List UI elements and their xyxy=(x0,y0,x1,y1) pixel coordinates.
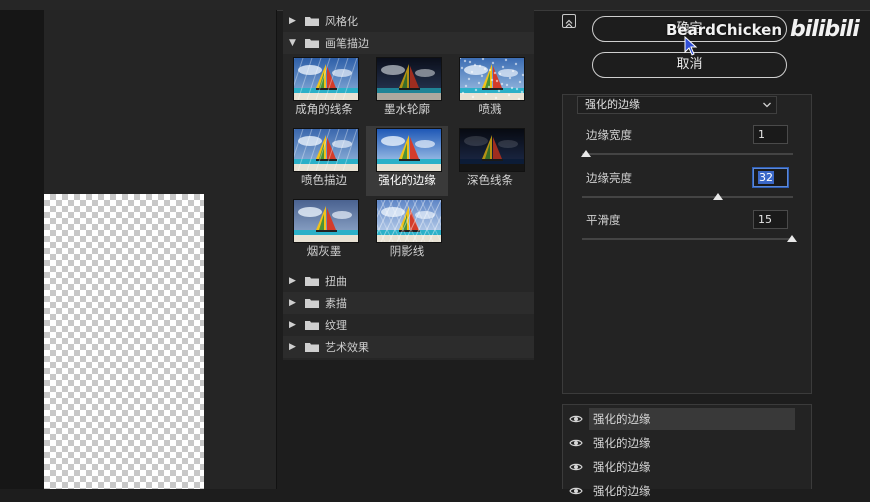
visibility-eye-icon[interactable] xyxy=(563,462,589,472)
folder-icon xyxy=(305,342,319,352)
expand-triangle-icon: ▶ xyxy=(289,16,296,26)
effect-layer-name: 强化的边缘 xyxy=(593,436,651,450)
folder-artistic[interactable]: ▶ 艺术效果 xyxy=(283,336,534,358)
visibility-eye-icon[interactable] xyxy=(563,486,589,496)
filter-preview-image xyxy=(376,199,442,243)
effect-layer-row[interactable]: 强化的边缘 xyxy=(563,480,795,502)
edge-width-input[interactable]: 1 xyxy=(753,125,788,144)
filter-gallery-panel: ▶ 风格化 ▼ 画笔描边 成角的线条 墨水轮廓 喷溅喷色描边 强化的边缘 深色线条烟灰墨… xyxy=(283,10,534,360)
filter-thumbnail-label: 深色线条 xyxy=(467,173,513,187)
folder-icon xyxy=(305,320,319,330)
filter-thumbnail[interactable]: 烟灰墨 xyxy=(283,197,365,267)
collapse-gallery-button[interactable] xyxy=(562,14,576,28)
edge-width-slider-track[interactable] xyxy=(582,153,793,155)
filter-preview-image xyxy=(376,57,442,101)
filter-preview-image xyxy=(293,128,359,172)
effect-layer-name: 强化的边缘 xyxy=(593,460,651,474)
filter-thumbnail-label: 成角的线条 xyxy=(295,102,353,116)
folder-brush-strokes[interactable]: ▼ 画笔描边 xyxy=(283,32,534,54)
folder-sketch[interactable]: ▶ 素描 xyxy=(283,292,534,314)
collapse-triangle-icon: ▼ xyxy=(289,38,296,48)
watermark-logo: bilibili xyxy=(790,17,860,42)
expand-triangle-icon: ▶ xyxy=(289,276,296,286)
left-margin xyxy=(0,10,44,489)
filter-thumbnail-label: 喷色描边 xyxy=(301,173,347,187)
folder-label: 素描 xyxy=(325,297,347,310)
edge-width-value: 1 xyxy=(758,128,765,141)
expand-triangle-icon: ▶ xyxy=(289,342,296,352)
folder-label: 扭曲 xyxy=(325,275,347,288)
folder-icon xyxy=(305,298,319,308)
filter-select[interactable]: 强化的边缘 xyxy=(577,96,777,114)
expand-triangle-icon: ▶ xyxy=(289,298,296,308)
filter-thumbnail-label: 烟灰墨 xyxy=(306,244,342,258)
smoothness-slider-handle[interactable] xyxy=(787,235,797,242)
filter-thumbnail[interactable]: 强化的边缘 xyxy=(366,126,448,196)
folder-icon xyxy=(305,16,319,26)
filter-thumbnail[interactable]: 墨水轮廓 xyxy=(366,55,448,125)
edge-brightness-slider-track[interactable] xyxy=(582,196,793,198)
filter-preview-image xyxy=(459,57,525,101)
filter-thumbnail-label: 阴影线 xyxy=(389,244,425,258)
edge-brightness-slider-handle[interactable] xyxy=(712,193,723,200)
folder-icon xyxy=(305,276,319,286)
filter-preview-image xyxy=(293,199,359,243)
folder-label: 画笔描边 xyxy=(325,37,369,50)
chevron-down-icon xyxy=(762,96,774,114)
folder-stylize[interactable]: ▶ 风格化 xyxy=(283,10,534,32)
filter-thumbnail[interactable]: 深色线条 xyxy=(449,126,531,196)
folder-texture[interactable]: ▶ 纹理 xyxy=(283,314,534,336)
filter-thumbnail[interactable]: 阴影线 xyxy=(366,197,448,267)
filter-thumbnail-label: 喷溅 xyxy=(478,102,502,116)
edge-brightness-input[interactable]: 32 xyxy=(753,168,788,187)
effect-layer-name: 强化的边缘 xyxy=(593,484,651,498)
smoothness-slider-track[interactable] xyxy=(582,238,793,240)
filter-thumbnail-label: 强化的边缘 xyxy=(378,173,436,187)
transparent-canvas-preview xyxy=(44,194,204,489)
folder-label: 纹理 xyxy=(325,319,347,332)
param-label-edge-brightness: 边缘亮度 xyxy=(586,171,632,185)
mouse-cursor-icon xyxy=(684,35,698,60)
param-label-smoothness: 平滑度 xyxy=(586,213,621,227)
folder-open-icon xyxy=(305,38,319,48)
visibility-eye-icon[interactable] xyxy=(563,438,589,448)
visibility-eye-icon[interactable] xyxy=(563,414,589,424)
filter-preview-image xyxy=(376,128,442,172)
filter-preview-image xyxy=(293,57,359,101)
smoothness-input[interactable]: 15 xyxy=(753,210,788,229)
smoothness-value: 15 xyxy=(758,213,772,226)
edge-width-slider-handle[interactable] xyxy=(581,150,591,157)
filter-thumbnail-label: 墨水轮廓 xyxy=(384,102,430,116)
effect-layer-row[interactable]: 强化的边缘 xyxy=(563,408,795,430)
edge-brightness-value: 32 xyxy=(758,171,774,184)
expand-triangle-icon: ▶ xyxy=(289,320,296,330)
chevron-up-icon xyxy=(565,19,573,28)
effect-layer-name: 强化的边缘 xyxy=(589,408,795,430)
folder-label: 风格化 xyxy=(325,15,358,28)
filter-thumbnail[interactable]: 喷溅 xyxy=(449,55,531,125)
effect-layer-row[interactable]: 强化的边缘 xyxy=(563,432,795,454)
filter-preview-image xyxy=(459,128,525,172)
folder-label: 艺术效果 xyxy=(325,341,369,354)
filter-thumbnail[interactable]: 成角的线条 xyxy=(283,55,365,125)
param-label-edge-width: 边缘宽度 xyxy=(586,128,632,142)
folder-distort[interactable]: ▶ 扭曲 xyxy=(283,270,534,292)
effect-layer-row[interactable]: 强化的边缘 xyxy=(563,456,795,478)
filter-thumbnail[interactable]: 喷色描边 xyxy=(283,126,365,196)
